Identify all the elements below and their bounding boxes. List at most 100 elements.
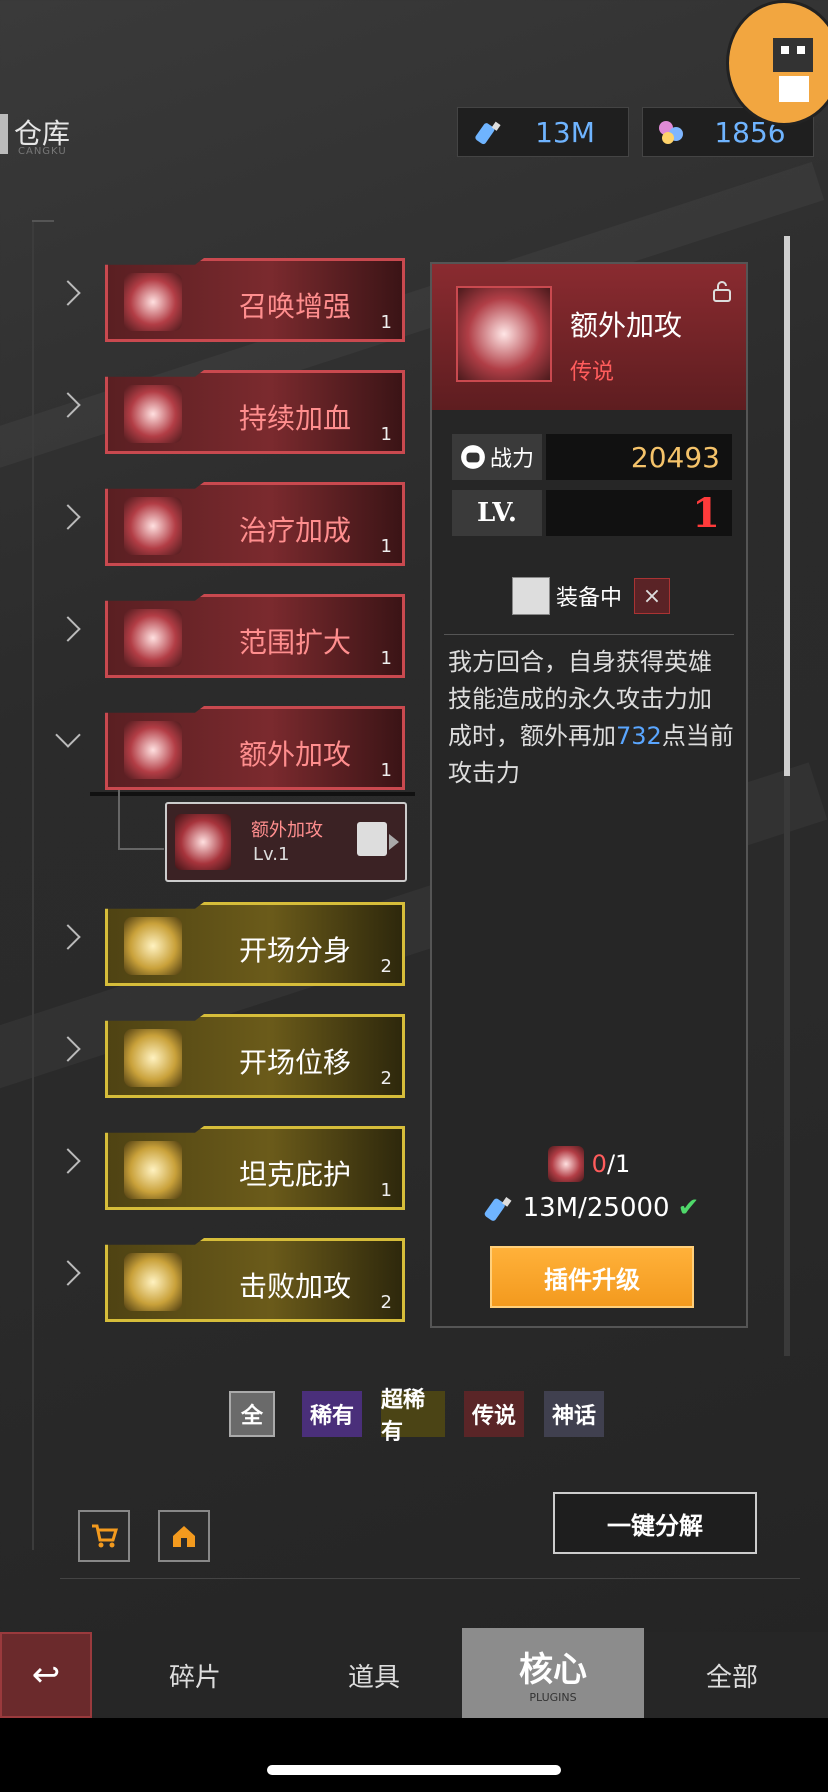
- plugin-count: 1: [380, 312, 392, 333]
- plugin-item-4-selected[interactable]: 额外加攻 1: [55, 706, 405, 790]
- tab-core-sub: PLUGINS: [529, 1691, 577, 1704]
- plugin-card[interactable]: 范围扩大 1: [105, 594, 405, 678]
- header-accent-bar: [0, 114, 8, 154]
- plugin-name: 持续加血: [238, 402, 351, 435]
- bottom-separator: [60, 1578, 800, 1579]
- plugin-item-1[interactable]: 持续加血 1: [55, 370, 405, 454]
- desc-highlight-value: 732: [616, 722, 662, 750]
- plugin-sub-item[interactable]: 额外加攻 Lv.1: [165, 802, 407, 882]
- level-value: 1: [692, 489, 720, 537]
- power-label-cell: 战力: [452, 434, 542, 480]
- badge-crest-icon: [124, 385, 182, 443]
- scrollbar-thumb[interactable]: [784, 236, 790, 776]
- resource-potion: 13M: [457, 107, 629, 157]
- sub-item-level: Lv.1: [253, 844, 290, 865]
- chevron-right-icon[interactable]: [55, 280, 81, 306]
- plugin-name: 额外加攻: [238, 738, 351, 771]
- fist-icon: [461, 445, 485, 469]
- equipped-status: 装备中 ×: [512, 576, 671, 616]
- tab-all[interactable]: 全部: [644, 1632, 820, 1718]
- plugin-card[interactable]: 召唤增强 1: [105, 258, 405, 342]
- plugin-card[interactable]: 开场位移 2: [105, 1014, 405, 1098]
- unequip-button[interactable]: ×: [634, 578, 671, 614]
- power-row: 战力 20493: [452, 434, 732, 480]
- tab-core[interactable]: 核心 PLUGINS: [462, 1628, 644, 1718]
- plugin-item-5[interactable]: 开场分身 2: [55, 902, 405, 986]
- material-requirement: 0 /1: [432, 1144, 746, 1184]
- filter-rare[interactable]: 稀有: [302, 1391, 362, 1437]
- equipped-label: 装备中: [556, 586, 623, 611]
- badge-crest-icon: [124, 1253, 182, 1311]
- plugin-count: 2: [380, 1292, 392, 1313]
- plugin-card[interactable]: 治疗加成 1: [105, 482, 405, 566]
- tree-connector: [118, 790, 120, 850]
- filter-myth[interactable]: 神话: [544, 1391, 604, 1437]
- chevron-right-icon[interactable]: [55, 616, 81, 642]
- tab-items[interactable]: 道具: [286, 1632, 462, 1718]
- plugin-card[interactable]: 开场分身 2: [105, 902, 405, 986]
- plugin-item-3[interactable]: 范围扩大 1: [55, 594, 405, 678]
- chevron-down-icon[interactable]: [55, 722, 81, 748]
- upgrade-plugin-button[interactable]: 插件升级: [490, 1246, 694, 1308]
- plugin-count: 2: [380, 1068, 392, 1089]
- tree-connector: [118, 848, 164, 850]
- plugin-count: 1: [380, 424, 392, 445]
- plugin-name: 治疗加成: [238, 514, 351, 547]
- plugin-count: 1: [380, 760, 392, 781]
- chevron-right-icon[interactable]: [55, 1260, 81, 1286]
- plugin-name: 坦克庇护: [238, 1158, 351, 1191]
- plugin-item-6[interactable]: 开场位移 2: [55, 1014, 405, 1098]
- tab-fragments[interactable]: 碎片: [106, 1632, 284, 1718]
- badge-crest-icon: [456, 286, 552, 382]
- back-button[interactable]: ↩: [0, 1632, 92, 1718]
- plugin-item-7[interactable]: 坦克庇护 1: [55, 1126, 405, 1210]
- plugin-item-8[interactable]: 击败加攻 2: [55, 1238, 405, 1322]
- badge-crest-icon: [124, 917, 182, 975]
- power-value-cell: 20493: [546, 434, 732, 480]
- unlock-icon[interactable]: [712, 280, 732, 302]
- back-arrow-icon: ↩: [31, 1655, 61, 1695]
- detail-header: 额外加攻 传说: [432, 264, 746, 410]
- one-click-dismantle-button[interactable]: 一键分解: [553, 1492, 757, 1554]
- badge-crest-icon: [124, 497, 182, 555]
- robot-avatar-icon: [773, 38, 813, 102]
- plugin-card[interactable]: 坦克庇护 1: [105, 1126, 405, 1210]
- player-avatar[interactable]: [726, 0, 828, 126]
- hero-portrait-icon: [357, 822, 387, 856]
- badge-crest-icon: [124, 273, 182, 331]
- level-value-cell: 1: [546, 489, 732, 537]
- filter-legend[interactable]: 传说: [464, 1391, 524, 1437]
- potion-amount: 13M: [535, 115, 595, 149]
- badge-crest-icon: [124, 609, 182, 667]
- chevron-right-icon[interactable]: [55, 924, 81, 950]
- plugin-count: 1: [380, 1180, 392, 1201]
- potion-bottle-icon: [475, 121, 501, 145]
- plugin-card[interactable]: 击败加攻 2: [105, 1238, 405, 1322]
- plugin-name: 范围扩大: [238, 626, 351, 659]
- badge-crest-icon: [124, 721, 182, 779]
- chevron-right-icon[interactable]: [55, 504, 81, 530]
- plugin-item-2[interactable]: 治疗加成 1: [55, 482, 405, 566]
- home-icon: [173, 1526, 195, 1547]
- chevron-right-icon[interactable]: [55, 1148, 81, 1174]
- potion-bottle-icon: [484, 1197, 512, 1221]
- badge-crest-icon: [124, 1029, 182, 1087]
- selection-underline: [90, 792, 415, 796]
- level-row: LV. 1: [452, 489, 732, 537]
- power-label: 战力: [489, 447, 534, 472]
- plugin-count: 1: [380, 536, 392, 557]
- plugin-name: 击败加攻: [238, 1270, 351, 1303]
- system-bottom-area: [0, 1718, 828, 1792]
- shop-button[interactable]: [78, 1510, 130, 1562]
- home-button[interactable]: [158, 1510, 210, 1562]
- plugin-description: 我方回合，自身获得英雄技能造成的永久攻击力加成时，额外再加732点当前攻击力: [448, 644, 734, 792]
- cost-requirement: 13M/25000 ✔: [432, 1188, 746, 1228]
- plugin-item-0[interactable]: 召唤增强 1: [55, 258, 405, 342]
- plugin-card[interactable]: 持续加血 1: [105, 370, 405, 454]
- badge-crest-icon: [175, 814, 231, 870]
- filter-super-rare[interactable]: 超稀有: [381, 1388, 445, 1445]
- filter-all[interactable]: 全: [229, 1391, 275, 1437]
- home-indicator[interactable]: [267, 1765, 561, 1775]
- plugin-card[interactable]: 额外加攻 1: [105, 706, 405, 790]
- power-value: 20493: [630, 440, 720, 474]
